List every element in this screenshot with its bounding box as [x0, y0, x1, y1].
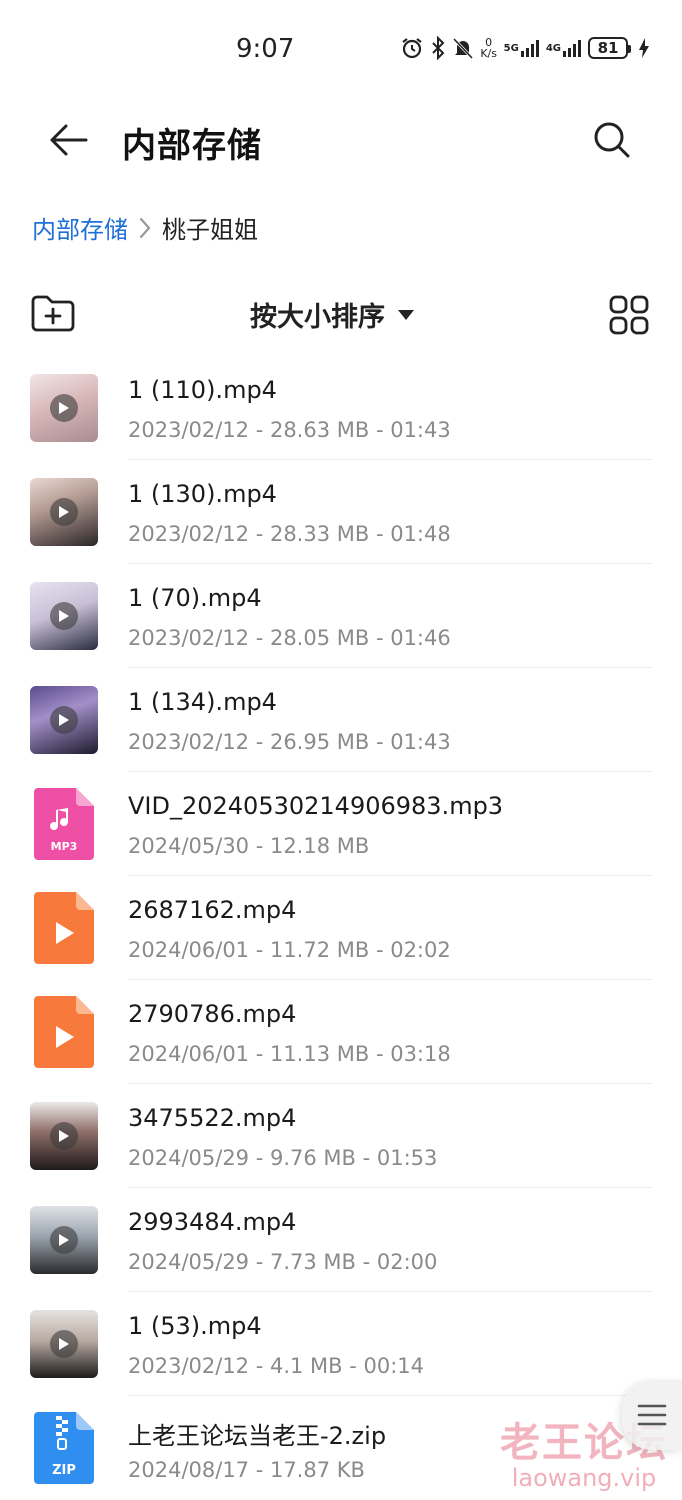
search-icon: [594, 122, 630, 158]
page-title: 内部存储: [122, 126, 262, 166]
zip-file-icon: ZIP: [34, 1412, 94, 1484]
file-name: 3475522.mp4: [128, 1104, 297, 1132]
file-name: 1 (130).mp4: [128, 480, 277, 508]
video-thumbnail: [30, 582, 98, 650]
file-row[interactable]: 2790786.mp4 2024/06/01 - 11.13 MB - 03:1…: [0, 980, 682, 1084]
play-icon: [50, 706, 78, 734]
breadcrumb: 内部存储 桃子姐姐: [32, 210, 258, 245]
file-row[interactable]: 1 (70).mp4 2023/02/12 - 28.05 MB - 01:46: [0, 564, 682, 668]
search-button[interactable]: [590, 118, 634, 162]
video-thumbnail: [30, 374, 98, 442]
video-thumbnail: [30, 686, 98, 754]
file-meta: 2023/02/12 - 26.95 MB - 01:43: [128, 730, 451, 754]
file-meta: 2024/05/29 - 7.73 MB - 02:00: [128, 1250, 438, 1274]
video-file-icon: [34, 892, 94, 964]
file-name: 2993484.mp4: [128, 1208, 297, 1236]
floating-menu-button[interactable]: [622, 1380, 682, 1450]
file-row[interactable]: 2687162.mp4 2024/06/01 - 11.72 MB - 02:0…: [0, 876, 682, 980]
sort-dropdown[interactable]: 按大小排序: [250, 295, 415, 334]
status-icons: 0 K/s 5G 4G 81: [400, 36, 650, 60]
video-thumbnail: [30, 1102, 98, 1170]
play-icon: [50, 394, 78, 422]
file-meta: 2024/08/17 - 17.87 KB: [128, 1458, 365, 1482]
file-list: 1 (110).mp4 2023/02/12 - 28.63 MB - 01:4…: [0, 356, 682, 1500]
breadcrumb-current: 桃子姐姐: [162, 216, 258, 244]
file-meta: 2023/02/12 - 28.33 MB - 01:48: [128, 522, 451, 546]
play-icon: [50, 1330, 78, 1358]
battery-indicator: 81: [588, 37, 631, 59]
status-bar: 9:07 0 K/s 5G 4G 81: [0, 0, 682, 100]
video-file-icon: [34, 996, 94, 1068]
file-meta: 2023/02/12 - 28.05 MB - 01:46: [128, 626, 451, 650]
charging-icon: [638, 37, 650, 59]
file-meta: 2024/05/29 - 9.76 MB - 01:53: [128, 1146, 438, 1170]
svg-text:MP3: MP3: [51, 840, 78, 853]
file-row[interactable]: 1 (134).mp4 2023/02/12 - 26.95 MB - 01:4…: [0, 668, 682, 772]
file-row[interactable]: 1 (53).mp4 2023/02/12 - 4.1 MB - 00:14: [0, 1292, 682, 1396]
file-row[interactable]: 2993484.mp4 2024/05/29 - 7.73 MB - 02:00: [0, 1188, 682, 1292]
alarm-icon: [400, 36, 424, 60]
file-meta: 2023/02/12 - 28.63 MB - 01:43: [128, 418, 451, 442]
play-icon: [50, 602, 78, 630]
file-row[interactable]: MP3 VID_20240530214906983.mp3 2024/05/30…: [0, 772, 682, 876]
file-name: 1 (134).mp4: [128, 688, 277, 716]
play-icon: [50, 1122, 78, 1150]
file-name: 2687162.mp4: [128, 896, 297, 924]
file-name: 1 (53).mp4: [128, 1312, 262, 1340]
arrow-left-icon: [50, 124, 88, 156]
sort-label: 按大小排序: [250, 302, 385, 333]
file-row[interactable]: 1 (130).mp4 2023/02/12 - 28.33 MB - 01:4…: [0, 460, 682, 564]
status-time: 9:07: [236, 34, 295, 64]
bluetooth-icon: [430, 36, 446, 60]
file-meta: 2024/05/30 - 12.18 MB: [128, 834, 370, 858]
grid-view-button[interactable]: [608, 294, 650, 336]
menu-icon: [637, 1404, 667, 1426]
play-icon: [50, 498, 78, 526]
video-thumbnail: [30, 478, 98, 546]
file-name: 1 (70).mp4: [128, 584, 262, 612]
mute-bell-icon: [452, 36, 474, 60]
network-speed: 0 K/s: [480, 36, 497, 60]
file-name: 上老王论坛当老王-2.zip: [128, 1422, 387, 1450]
file-meta: 2024/06/01 - 11.13 MB - 03:18: [128, 1042, 451, 1066]
video-thumbnail: [30, 1206, 98, 1274]
caret-down-icon: [398, 309, 414, 320]
file-row[interactable]: 3475522.mp4 2024/05/29 - 9.76 MB - 01:53: [0, 1084, 682, 1188]
folder-add-icon: [31, 295, 75, 332]
file-meta: 2023/02/12 - 4.1 MB - 00:14: [128, 1354, 425, 1378]
grid-icon: [609, 295, 649, 335]
file-row[interactable]: ZIP 上老王论坛当老王-2.zip 2024/08/17 - 17.87 KB: [0, 1396, 682, 1500]
file-name: VID_20240530214906983.mp3: [128, 792, 504, 820]
app-header: 内部存储: [0, 100, 682, 180]
toolbar: 按大小排序: [0, 285, 682, 345]
signal-4g-icon: 4G: [546, 38, 582, 58]
new-folder-button[interactable]: [30, 293, 76, 335]
file-name: 1 (110).mp4: [128, 376, 277, 404]
breadcrumb-root[interactable]: 内部存储: [32, 210, 128, 245]
video-thumbnail: [30, 1310, 98, 1378]
signal-5g-icon: 5G: [504, 38, 540, 58]
file-name: 2790786.mp4: [128, 1000, 297, 1028]
file-meta: 2024/06/01 - 11.72 MB - 02:02: [128, 938, 451, 962]
file-row[interactable]: 1 (110).mp4 2023/02/12 - 28.63 MB - 01:4…: [0, 356, 682, 460]
svg-text:ZIP: ZIP: [52, 1463, 76, 1478]
mp3-file-icon: MP3: [34, 788, 94, 860]
play-icon: [50, 1226, 78, 1254]
chevron-right-icon: [138, 216, 152, 240]
back-button[interactable]: [44, 118, 92, 162]
